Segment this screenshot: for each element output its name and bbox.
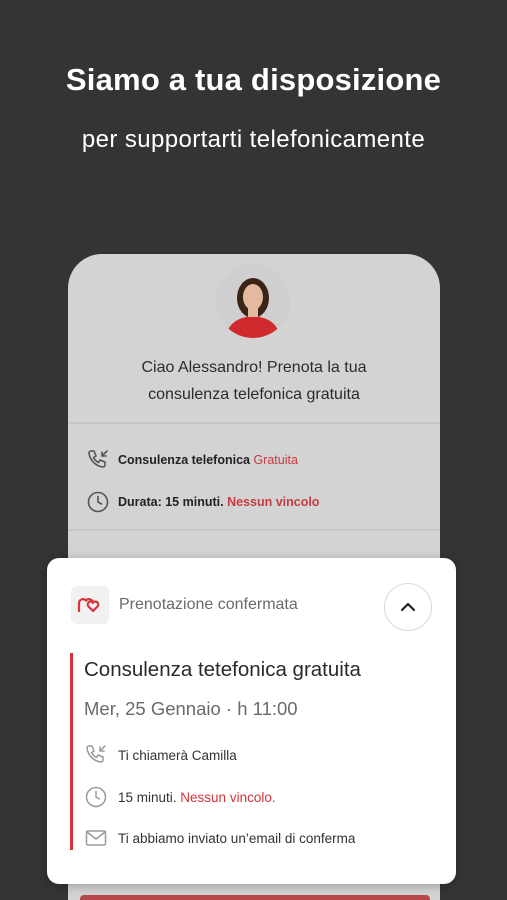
appointment-datetime: Mer, 25 Gennaio · h 11:00 — [84, 698, 298, 719]
avatar — [216, 264, 290, 338]
collapse-button[interactable] — [384, 583, 432, 631]
phone-row-duration: Durata: 15 minuti. Nessun vincolo — [86, 490, 319, 514]
greeting: Ciao Alessandro! Prenota la tua consulen… — [68, 354, 440, 408]
mail-icon — [85, 830, 107, 846]
hero-title: Siamo a tua disposizione — [65, 62, 442, 97]
phone-incoming-icon — [88, 450, 108, 468]
phone-row-label: Durata: 15 minuti. — [118, 495, 224, 509]
phone-row-accent: Nessun vincolo — [227, 495, 320, 509]
detail-caller: Ti chiamerà Camilla — [84, 743, 237, 767]
detail-email: Ti abbiamo inviato un’email di conferma — [84, 826, 355, 850]
detail-text: Ti abbiamo inviato un’email di conferma — [118, 830, 356, 846]
confirmation-card: Prenotazione confermata Consulenza tetef… — [47, 558, 456, 884]
brand-logo — [71, 586, 109, 624]
accent-bar — [70, 653, 73, 850]
divider — [68, 529, 440, 531]
phone-row-consultation: Consulenza telefonica Gratuita — [86, 448, 298, 472]
clock-icon — [87, 491, 109, 513]
greeting-line-1: Ciao Alessandro! Prenota la tua — [141, 359, 367, 376]
detail-duration: 15 minuti. Nessun vincolo. — [84, 785, 276, 809]
detail-text: 15 minuti. — [118, 789, 177, 805]
detail-accent: Nessun vincolo. — [180, 789, 276, 805]
primary-button-edge[interactable] — [80, 895, 430, 900]
clock-icon — [85, 786, 107, 808]
heart-logo-icon — [77, 598, 100, 613]
appointment-title: Consulenza tetefonica gratuita — [84, 658, 361, 681]
phone-row-accent: Gratuita — [253, 453, 298, 467]
hero-subtitle: per supportarti telefonicamente — [81, 126, 426, 153]
detail-text: Ti chiamerà Camilla — [118, 747, 237, 763]
phone-incoming-icon — [86, 745, 106, 763]
chevron-up-icon — [400, 602, 416, 612]
divider — [68, 422, 440, 424]
greeting-line-2: consulenza telefonica gratuita — [148, 386, 360, 403]
phone-row-label: Consulenza telefonica — [118, 453, 250, 467]
booking-status: Prenotazione confermata — [119, 596, 298, 613]
